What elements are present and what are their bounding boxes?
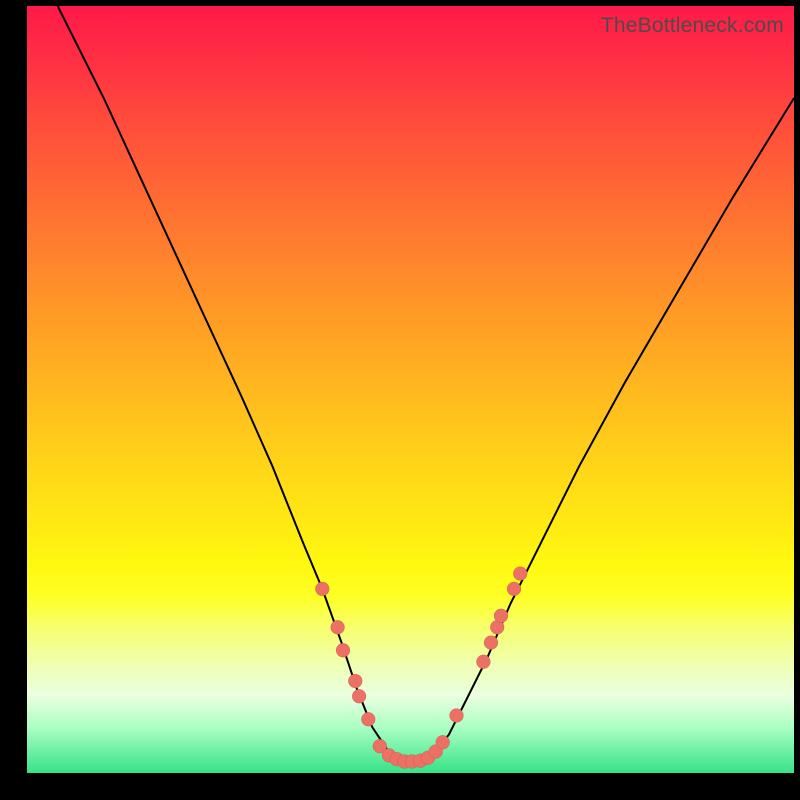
data-point bbox=[507, 582, 521, 596]
plot-area: TheBottleneck.com bbox=[27, 6, 794, 773]
bottleneck-curve bbox=[58, 6, 794, 762]
chart-frame: TheBottleneck.com bbox=[0, 0, 800, 800]
data-point bbox=[494, 609, 508, 623]
data-point bbox=[315, 582, 329, 596]
data-point bbox=[513, 567, 527, 581]
data-point bbox=[336, 643, 350, 657]
data-point bbox=[331, 620, 345, 634]
data-points bbox=[315, 567, 527, 769]
data-point bbox=[476, 655, 490, 669]
bottleneck-chart bbox=[27, 6, 794, 773]
data-point bbox=[361, 712, 375, 726]
data-point bbox=[352, 689, 366, 703]
data-point bbox=[450, 709, 464, 723]
data-point bbox=[436, 735, 450, 749]
data-point bbox=[348, 674, 362, 688]
data-point bbox=[484, 636, 498, 650]
